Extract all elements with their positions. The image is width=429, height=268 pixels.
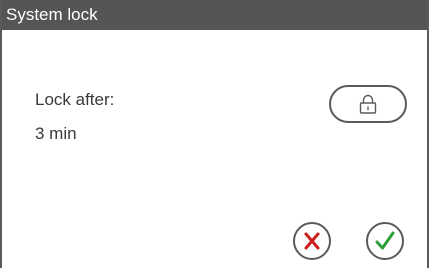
- lock-after-value[interactable]: 3 min: [35, 124, 77, 144]
- lock-after-label: Lock after:: [35, 90, 115, 109]
- dialog-title: System lock: [2, 0, 427, 30]
- confirm-button[interactable]: [366, 222, 404, 260]
- lock-button[interactable]: [329, 85, 407, 123]
- check-icon: [375, 231, 395, 251]
- padlock-icon: [359, 94, 377, 114]
- cross-icon: [303, 232, 321, 250]
- cancel-button[interactable]: [293, 222, 331, 260]
- system-lock-dialog: System lock Lock after: 3 min: [0, 0, 429, 268]
